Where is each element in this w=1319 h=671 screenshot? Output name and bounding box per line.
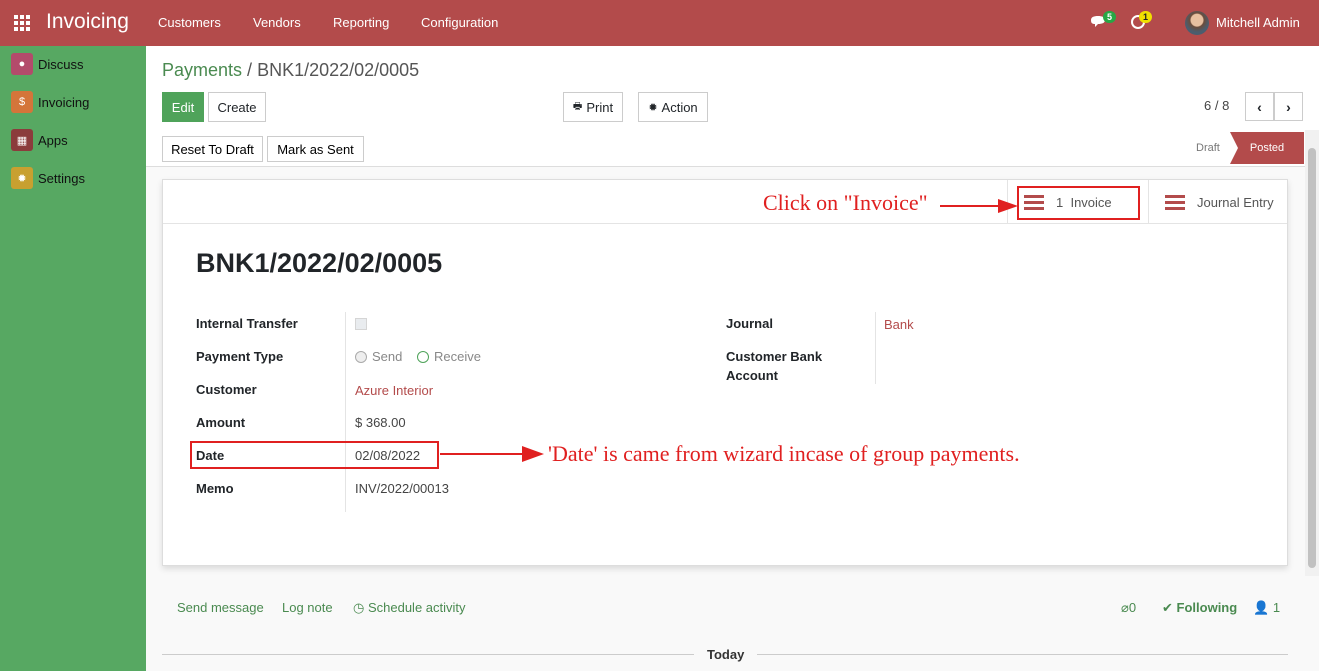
- sidebar-item-invoicing[interactable]: $ Invoicing: [11, 91, 89, 113]
- app-brand[interactable]: Invoicing: [46, 10, 129, 34]
- followers-count: 1: [1272, 600, 1281, 615]
- following-button[interactable]: ✔ Following: [1162, 600, 1237, 616]
- invoice-icon: $: [11, 91, 33, 113]
- arrow-right-icon: [440, 446, 544, 462]
- top-navbar: Invoicing Customers Vendors Reporting Co…: [0, 0, 1319, 46]
- journal-entry-label: Journal Entry: [1197, 194, 1274, 210]
- paperclip-icon: ⌀: [1121, 600, 1129, 615]
- gear-icon: ✹: [648, 101, 658, 114]
- customer-link[interactable]: Azure Interior: [355, 383, 433, 398]
- menu-configuration[interactable]: Configuration: [421, 15, 498, 30]
- memo-value: INV/2022/00013: [355, 481, 449, 496]
- amount-label: Amount: [196, 415, 246, 430]
- sidebar-item-label: Apps: [38, 132, 68, 148]
- customer-bank-label-line-2: Account: [726, 368, 778, 383]
- action-button[interactable]: ✹ Action: [638, 92, 708, 122]
- payment-type-label: Payment Type: [196, 349, 284, 364]
- date-annotation-text: 'Date' is came from wizard incase of gro…: [548, 441, 1020, 466]
- following-label: Following: [1176, 600, 1238, 615]
- journal-entry-smart-button[interactable]: Journal Entry: [1148, 180, 1288, 224]
- today-separator-label: Today: [707, 647, 745, 662]
- field-separator: [345, 312, 346, 512]
- user-icon: 👤: [1253, 600, 1270, 615]
- attachments-count: 0: [1128, 600, 1137, 615]
- payment-type-send-radio[interactable]: [355, 351, 367, 363]
- invoice-highlight-box: [1017, 186, 1140, 220]
- menu-reporting[interactable]: Reporting: [333, 15, 389, 30]
- breadcrumb: Payments / BNK1/2022/02/0005: [162, 60, 419, 81]
- apps-menu-icon[interactable]: [14, 15, 30, 31]
- attachments-button[interactable]: ⌀0: [1121, 600, 1136, 616]
- sidebar-item-settings[interactable]: ✹ Settings: [11, 167, 85, 189]
- record-title: BNK1/2022/02/0005: [196, 248, 443, 278]
- scrollbar-thumb[interactable]: [1308, 148, 1316, 568]
- divider: [162, 654, 694, 655]
- form-sheet: 1 Invoice Journal Entry BNK1/2022/02/000…: [162, 179, 1288, 566]
- menu-vendors[interactable]: Vendors: [253, 15, 301, 30]
- journal-label: Journal: [726, 316, 773, 331]
- pager-previous-button[interactable]: ‹: [1245, 92, 1274, 121]
- divider: [757, 654, 1288, 655]
- memo-label: Memo: [196, 481, 234, 496]
- create-button[interactable]: Create: [208, 92, 266, 122]
- mark-as-sent-button[interactable]: Mark as Sent: [267, 136, 364, 162]
- sidebar-item-label: Discuss: [38, 56, 84, 72]
- internal-transfer-checkbox[interactable]: [355, 318, 367, 330]
- customer-label: Customer: [196, 382, 257, 397]
- internal-transfer-label: Internal Transfer: [196, 316, 298, 331]
- arrow-right-icon: [940, 199, 1018, 213]
- payment-type-send-label: Send: [372, 349, 403, 364]
- app-sidebar: ● Discuss $ Invoicing ▦ Apps ✹ Settings: [0, 46, 146, 671]
- print-label: Print: [586, 99, 614, 115]
- sidebar-item-label: Settings: [38, 170, 85, 186]
- edit-button[interactable]: Edit: [162, 92, 204, 122]
- print-button[interactable]: 🖶 Print: [563, 92, 623, 122]
- customer-bank-account-label: Customer Bank Account: [726, 349, 822, 383]
- customer-bank-label-line-1: Customer Bank: [726, 349, 823, 364]
- breadcrumb-current: BNK1/2022/02/0005: [257, 60, 420, 80]
- user-avatar[interactable]: [1185, 11, 1209, 35]
- messages-count-badge: 5: [1103, 11, 1117, 23]
- control-panel: Payments / BNK1/2022/02/0005 Edit Create…: [146, 46, 1319, 167]
- clock-icon: ◷: [353, 600, 365, 615]
- reset-to-draft-button[interactable]: Reset To Draft: [162, 136, 263, 162]
- user-menu[interactable]: Mitchell Admin: [1216, 15, 1300, 30]
- field-separator: [875, 312, 876, 384]
- action-label: Action: [661, 99, 698, 115]
- status-stage-draft[interactable]: Draft: [1196, 142, 1220, 154]
- check-icon: ✔: [1162, 600, 1173, 615]
- date-highlight-box: [190, 441, 439, 469]
- schedule-activity-label: Schedule activity: [367, 600, 466, 615]
- sidebar-item-discuss[interactable]: ● Discuss: [11, 53, 84, 75]
- chat-bubble-icon: ●: [11, 53, 33, 75]
- menu-customers[interactable]: Customers: [158, 15, 221, 30]
- schedule-activity-button[interactable]: ◷ Schedule activity: [353, 600, 466, 616]
- breadcrumb-separator: /: [242, 60, 258, 80]
- pager-value[interactable]: 6 / 8: [1204, 98, 1229, 113]
- pager-next-button[interactable]: ›: [1274, 92, 1303, 121]
- amount-value: $ 368.00: [355, 415, 406, 430]
- print-icon: 🖶: [572, 100, 583, 112]
- followers-button[interactable]: 👤 1: [1253, 600, 1280, 616]
- log-note-button[interactable]: Log note: [282, 600, 333, 615]
- status-stage-posted[interactable]: Posted: [1230, 132, 1304, 164]
- send-message-button[interactable]: Send message: [177, 600, 264, 615]
- chevron-left-icon: ‹: [1257, 98, 1262, 115]
- sidebar-item-label: Invoicing: [38, 94, 90, 110]
- sidebar-item-apps[interactable]: ▦ Apps: [11, 129, 68, 151]
- journal-link[interactable]: Bank: [884, 317, 914, 332]
- chevron-right-icon: ›: [1286, 98, 1291, 115]
- payment-type-receive-radio[interactable]: [417, 351, 429, 363]
- list-icon: [1165, 195, 1185, 210]
- invoice-annotation-text: Click on "Invoice": [763, 190, 928, 215]
- activities-count-badge: 1: [1139, 11, 1153, 23]
- payment-type-receive-label: Receive: [434, 349, 481, 364]
- apps-cubes-icon: ▦: [11, 129, 33, 151]
- breadcrumb-payments-link[interactable]: Payments: [162, 60, 242, 80]
- gear-icon: ✹: [11, 167, 33, 189]
